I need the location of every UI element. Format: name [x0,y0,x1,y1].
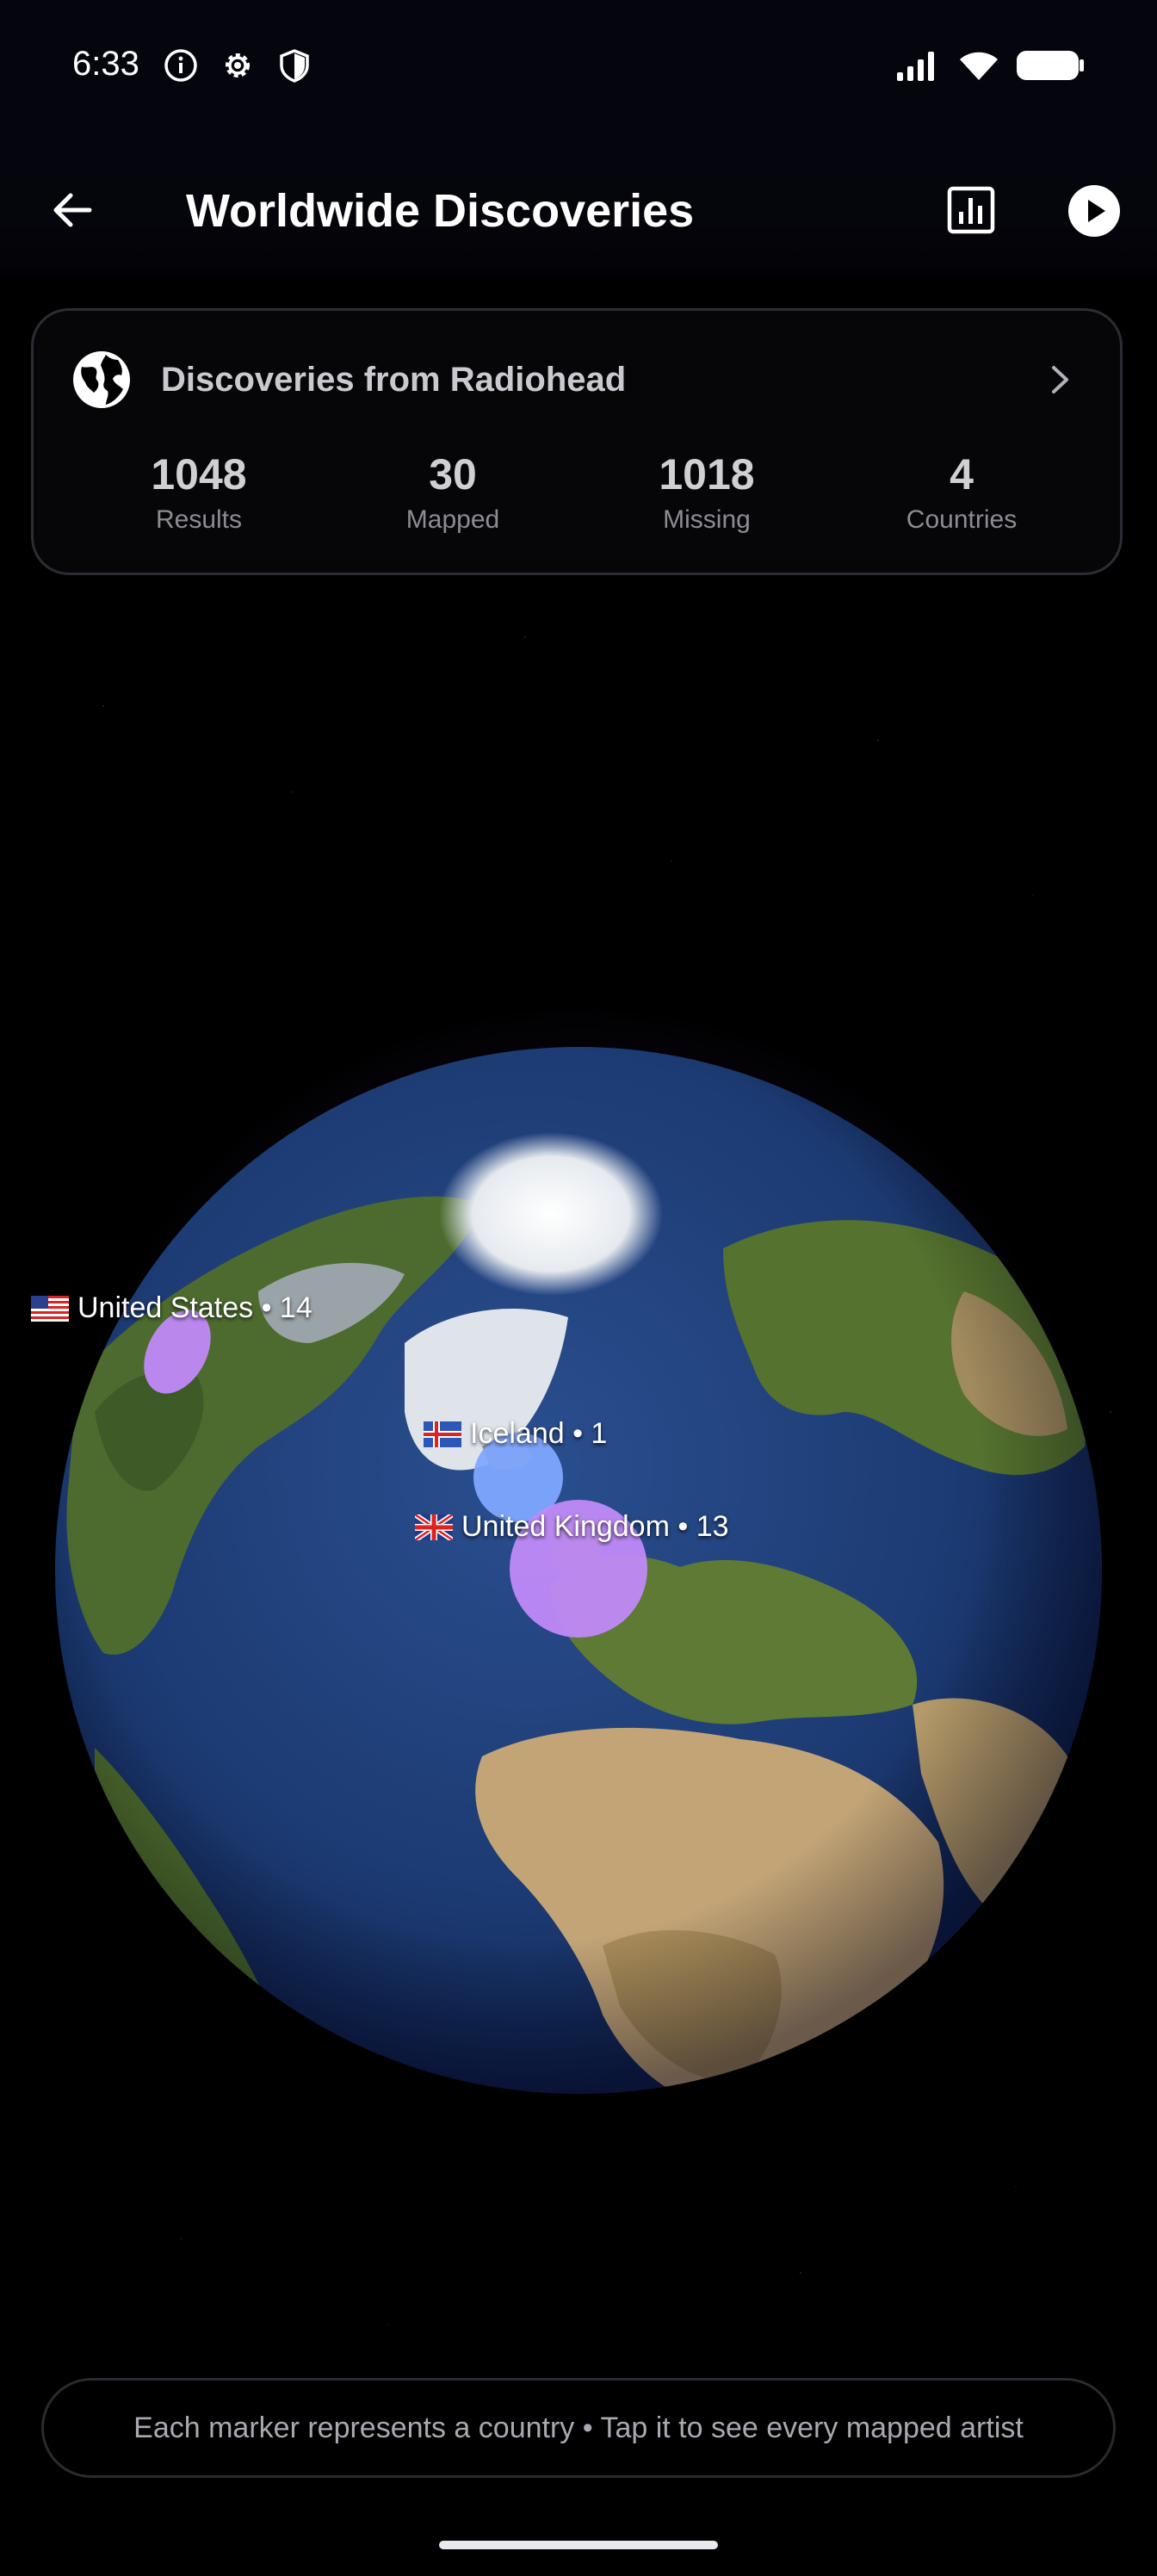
wifi-icon [960,52,998,80]
globe-view[interactable]: United States • 14 Iceland • 1 United Ki… [0,930,1157,2221]
settings-gear-icon [226,53,250,77]
play-tour-button[interactable] [1064,181,1124,241]
card-title: Discoveries from Radiohead [161,360,627,399]
stat-value: 4 [950,450,974,498]
chevron-right-icon [1052,366,1068,393]
stat-label: Results [155,505,243,534]
marker-label-text: United Kingdom • 13 [461,1510,729,1543]
signal-icon [897,52,934,81]
stat-countries: 4 Countries [832,449,1091,535]
iceland-flag-icon [424,1421,461,1447]
stats-row: 1048 Results 30 Mapped 1018 Missing 4 Co… [34,449,1125,560]
us-flag-icon [31,1295,69,1322]
stat-value: 30 [429,450,477,498]
globe[interactable] [0,930,1157,2221]
marker-label-text: United States • 14 [77,1291,312,1324]
stat-mapped: 30 Mapped [324,449,582,535]
discoveries-summary-card[interactable]: Discoveries from Radiohead 1048 Results … [31,308,1123,575]
battery-icon [1017,51,1084,80]
app-bar: Worldwide Discoveries [0,164,1157,258]
marker-label-iceland[interactable]: Iceland • 1 [424,1417,607,1451]
status-bar: 6:33 [0,0,1157,138]
statistics-button[interactable] [944,183,999,238]
stat-value: 1018 [659,450,755,498]
system-indicators [895,48,1085,83]
shield-icon [280,49,309,83]
play-circle-icon [1068,185,1120,237]
marker-label-text: Iceland • 1 [470,1417,608,1450]
back-arrow-icon [53,193,92,227]
stat-results: 1048 Results [70,449,328,535]
stat-label: Mapped [405,505,500,534]
info-icon [164,49,197,82]
card-header: Discoveries from Radiohead [71,345,1077,414]
bar-chart-icon [947,186,995,234]
stat-label: Missing [663,505,751,534]
stat-label: Countries [906,505,1018,534]
stat-missing: 1018 Missing [578,449,836,535]
stat-value: 1048 [151,450,247,498]
marker-label-united-states[interactable]: United States • 14 [31,1291,312,1325]
home-indicator[interactable] [439,2541,718,2549]
globe-icon [73,351,130,408]
marker-label-united-kingdom[interactable]: United Kingdom • 13 [415,1510,729,1544]
back-button[interactable] [45,183,100,238]
map-hint: Each marker represents a country • Tap i… [41,2378,1116,2478]
uk-flag-icon [415,1514,453,1540]
status-time: 6:33 [72,45,139,83]
page-title: Worldwide Discoveries [186,185,695,237]
